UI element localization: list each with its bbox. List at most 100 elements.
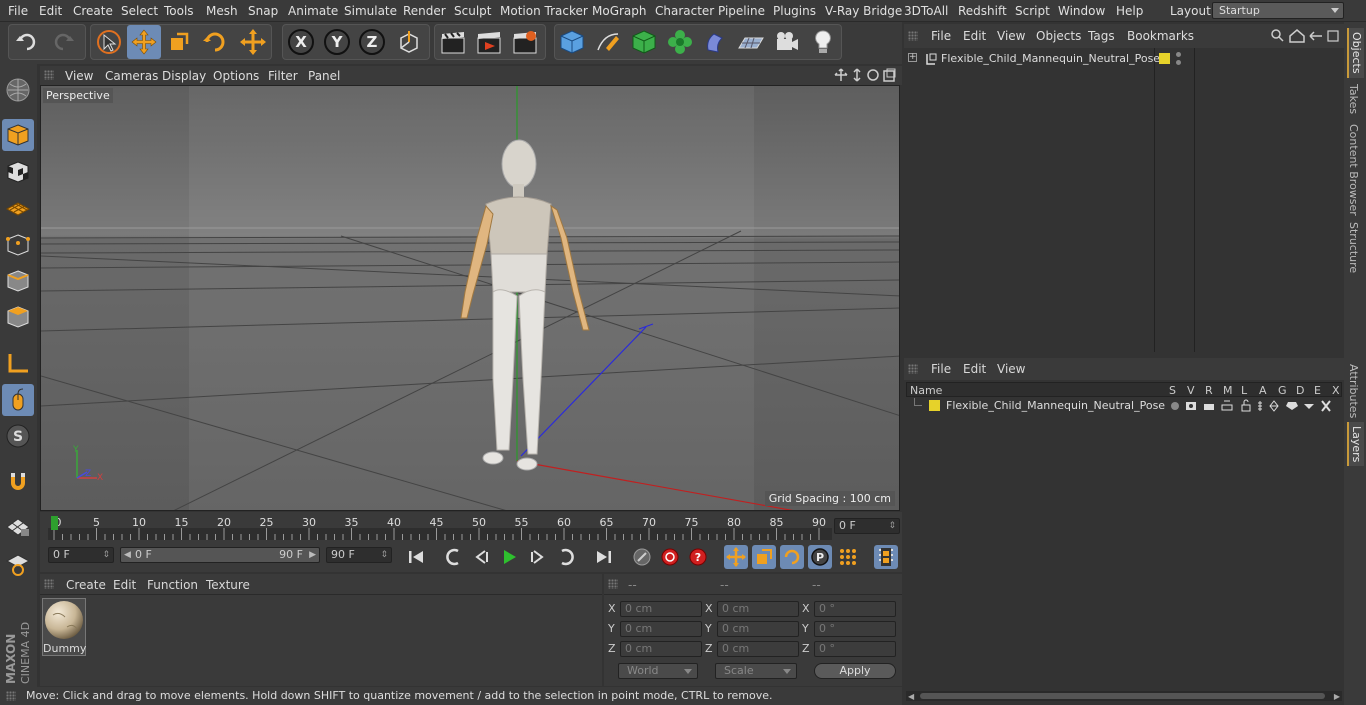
visible-render-dot-icon[interactable] <box>1176 60 1181 65</box>
layer-col-v[interactable]: V <box>1187 384 1195 397</box>
menu-mesh[interactable]: Mesh <box>206 4 238 18</box>
3d-viewport[interactable]: Y X Z Perspective Grid Spacing : 100 cm <box>40 85 900 511</box>
end-frame-field[interactable]: 90 F ⇕ <box>326 547 392 563</box>
record-scale-button[interactable] <box>752 545 776 569</box>
size-y-field[interactable]: 0 cm <box>717 621 799 637</box>
locked-workplane-button[interactable] <box>2 548 34 580</box>
object-row[interactable]: + Flexible_Child_Mannequin_Neutral_Pose <box>904 50 1344 68</box>
motion-recording-button[interactable] <box>630 545 654 569</box>
viewport-menu-view[interactable]: View <box>65 69 93 83</box>
material-menu-function[interactable]: Function <box>147 578 198 592</box>
tweak-mode-button[interactable] <box>2 384 34 416</box>
layer-col-e[interactable]: E <box>1314 384 1321 397</box>
layer-col-g[interactable]: G <box>1278 384 1287 397</box>
menu-window[interactable]: Window <box>1058 4 1105 18</box>
record-pla-button[interactable] <box>836 545 860 569</box>
rotate-tool-button[interactable] <box>198 25 232 59</box>
layer-col-r[interactable]: R <box>1205 384 1213 397</box>
om-menu-file[interactable]: File <box>931 29 951 43</box>
coordinate-system-button[interactable] <box>392 25 426 59</box>
material-swatch[interactable]: Dummy <box>42 598 86 656</box>
start-frame-field[interactable]: 0 F ⇕ <box>48 547 114 563</box>
record-active-objects-button[interactable] <box>658 545 682 569</box>
current-frame-field[interactable]: 0 F ⇕ <box>834 518 900 534</box>
cloner-button[interactable] <box>663 25 697 59</box>
y-axis-toggle[interactable]: Y <box>320 25 354 59</box>
play-button[interactable] <box>497 545 521 569</box>
menu-mograph[interactable]: MoGraph <box>592 4 647 18</box>
horizontal-scrollbar[interactable]: ◀ ▶ <box>906 691 1342 701</box>
lm-menu-edit[interactable]: Edit <box>963 362 986 376</box>
subdivision-surface-button[interactable] <box>627 25 661 59</box>
object-axis-button[interactable] <box>2 347 34 379</box>
x-axis-toggle[interactable]: X <box>284 25 318 59</box>
menu-script[interactable]: Script <box>1015 4 1050 18</box>
layer-color-swatch[interactable] <box>1159 53 1170 64</box>
render-to-picture-viewer-button[interactable] <box>472 25 506 59</box>
autokeying-button[interactable]: ? <box>686 545 710 569</box>
layer-name[interactable]: Flexible_Child_Mannequin_Neutral_Pose <box>946 399 1165 412</box>
tab-objects[interactable]: Objects <box>1347 28 1364 78</box>
layer-col-a[interactable]: A <box>1259 384 1267 397</box>
live-selection-button[interactable] <box>92 25 126 59</box>
texture-mode-button[interactable] <box>2 156 34 188</box>
viewport-menu-panel[interactable]: Panel <box>308 69 340 83</box>
snap-button[interactable] <box>2 466 34 498</box>
menu-render[interactable]: Render <box>403 4 446 18</box>
menu-vray-bridge[interactable]: V-Ray Bridge <box>825 4 902 18</box>
viewport-menu-cameras[interactable]: Cameras <box>105 69 158 83</box>
lm-menu-view[interactable]: View <box>997 362 1025 376</box>
material-menu-edit[interactable]: Edit <box>113 578 136 592</box>
material-menu-texture[interactable]: Texture <box>206 578 250 592</box>
layer-toggle-icons[interactable] <box>1170 399 1342 413</box>
menu-sculpt[interactable]: Sculpt <box>454 4 491 18</box>
previous-frame-button[interactable] <box>470 545 494 569</box>
viewport-menu-display[interactable]: Display <box>162 69 206 83</box>
menu-animate[interactable]: Animate <box>288 4 338 18</box>
layer-col-s[interactable]: S <box>1169 384 1176 397</box>
record-parameter-button[interactable]: P <box>808 545 832 569</box>
solo-mode-button[interactable]: S <box>2 420 34 452</box>
floor-object-button[interactable] <box>734 25 768 59</box>
previous-key-button[interactable] <box>442 545 466 569</box>
polygons-mode-button[interactable] <box>2 301 34 333</box>
scroll-left-icon[interactable]: ◀ <box>908 692 914 701</box>
viewport-nav-icons[interactable] <box>834 68 898 83</box>
menu-select[interactable]: Select <box>121 4 158 18</box>
move-tool-button[interactable] <box>127 25 161 59</box>
tab-attributes[interactable]: Attributes <box>1347 364 1360 418</box>
deformer-button[interactable] <box>699 25 733 59</box>
scroll-right-icon[interactable]: ▶ <box>1334 692 1340 701</box>
rotation-h-field[interactable]: 0 ° <box>814 601 896 617</box>
menu-3dtoall[interactable]: 3DToAll <box>904 4 948 18</box>
go-to-start-button[interactable] <box>404 545 428 569</box>
layer-col-m[interactable]: M <box>1223 384 1233 397</box>
menu-motion-tracker[interactable]: Motion Tracker <box>500 4 588 18</box>
light-object-button[interactable] <box>806 25 840 59</box>
om-nav-icons[interactable] <box>1270 28 1342 44</box>
enable-workplane-snap-button[interactable] <box>2 510 34 542</box>
model-mode-button[interactable] <box>2 119 34 151</box>
coordinate-mode-select[interactable]: World <box>618 663 698 679</box>
make-editable-button[interactable] <box>2 74 34 106</box>
layer-col-x[interactable]: X <box>1332 384 1340 397</box>
points-mode-button[interactable] <box>2 229 34 261</box>
tab-structure[interactable]: Structure <box>1347 222 1360 273</box>
size-x-field[interactable]: 0 cm <box>717 601 799 617</box>
rotation-p-field[interactable]: 0 ° <box>814 621 896 637</box>
om-menu-tags[interactable]: Tags <box>1088 29 1115 43</box>
layer-col-l[interactable]: L <box>1241 384 1247 397</box>
menu-redshift[interactable]: Redshift <box>958 4 1007 18</box>
next-frame-button[interactable] <box>525 545 549 569</box>
om-menu-objects[interactable]: Objects <box>1036 29 1081 43</box>
viewport-menu-options[interactable]: Options <box>213 69 259 83</box>
size-mode-select[interactable]: Scale <box>715 663 797 679</box>
workplane-mode-button[interactable] <box>2 192 34 224</box>
next-key-button[interactable] <box>554 545 578 569</box>
edges-mode-button[interactable] <box>2 265 34 297</box>
menu-snap[interactable]: Snap <box>248 4 278 18</box>
go-to-end-button[interactable] <box>592 545 616 569</box>
size-z-field[interactable]: 0 cm <box>717 641 799 657</box>
rotation-b-field[interactable]: 0 ° <box>814 641 896 657</box>
position-x-field[interactable]: 0 cm <box>620 601 702 617</box>
